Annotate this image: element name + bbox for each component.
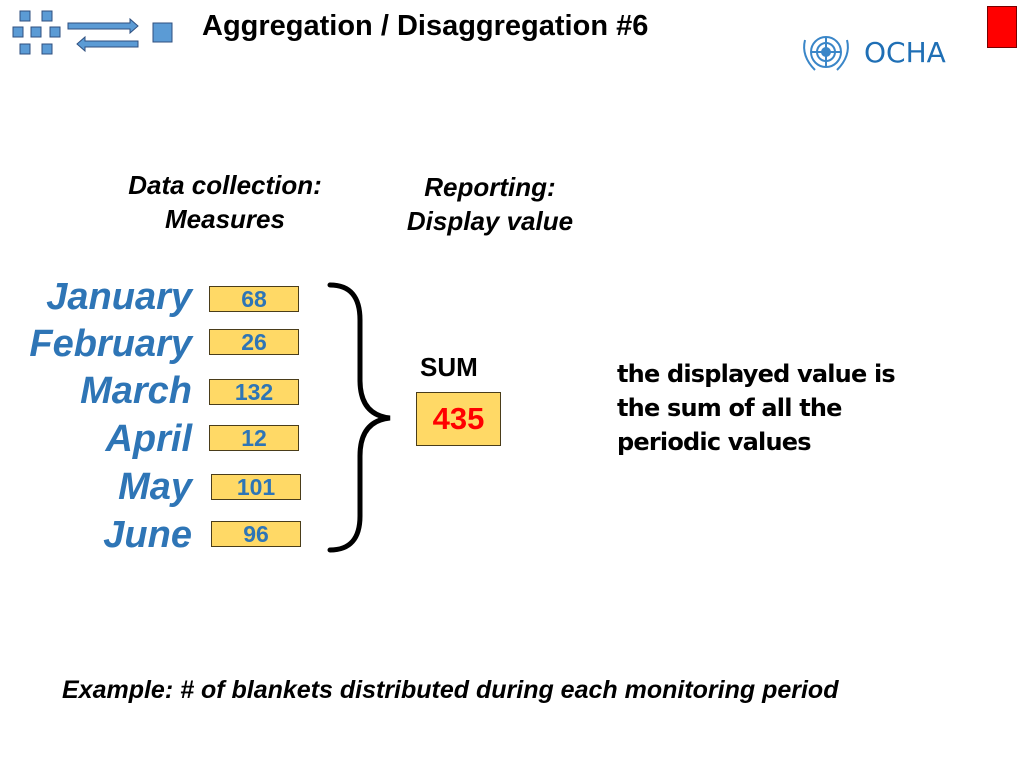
example-caption: Example: # of blankets distributed durin… <box>62 676 839 704</box>
measure-value: 26 <box>209 329 299 355</box>
month-label: February <box>29 323 192 365</box>
measures-heading: Data collection: Measures <box>110 168 340 236</box>
explanation-note: the displayed value is the sum of all th… <box>617 357 917 459</box>
month-label: March <box>80 370 192 412</box>
month-label: April <box>105 418 192 460</box>
ocha-logo-text: OCHA <box>864 36 946 69</box>
sum-label: SUM <box>420 352 478 382</box>
measure-value: 101 <box>211 474 301 500</box>
display-value-heading: Reporting: Display value <box>380 170 600 238</box>
measures-heading-line1: Data collection: <box>128 170 322 200</box>
red-square-marker <box>987 6 1017 48</box>
aggregation-icon <box>12 10 173 55</box>
sum-value: 435 <box>416 392 501 446</box>
measure-value: 96 <box>211 521 301 547</box>
note-line: periodic values <box>617 428 812 456</box>
month-label: January <box>46 276 192 318</box>
curly-brace <box>327 282 391 553</box>
measures-heading-line2: Measures <box>165 204 285 234</box>
month-label: June <box>103 514 192 556</box>
note-line: the displayed value is <box>617 360 896 388</box>
un-emblem-icon <box>803 36 849 71</box>
measure-value: 132 <box>209 379 299 405</box>
display-value-heading-line2: Display value <box>406 206 574 236</box>
display-value-heading-line1: Reporting: <box>424 172 556 202</box>
note-line: the sum of all the <box>617 394 842 422</box>
measure-value: 12 <box>209 425 299 451</box>
month-label: May <box>118 466 192 508</box>
measure-value: 68 <box>209 286 299 312</box>
page-title: Aggregation / Disaggregation #6 <box>202 10 649 42</box>
